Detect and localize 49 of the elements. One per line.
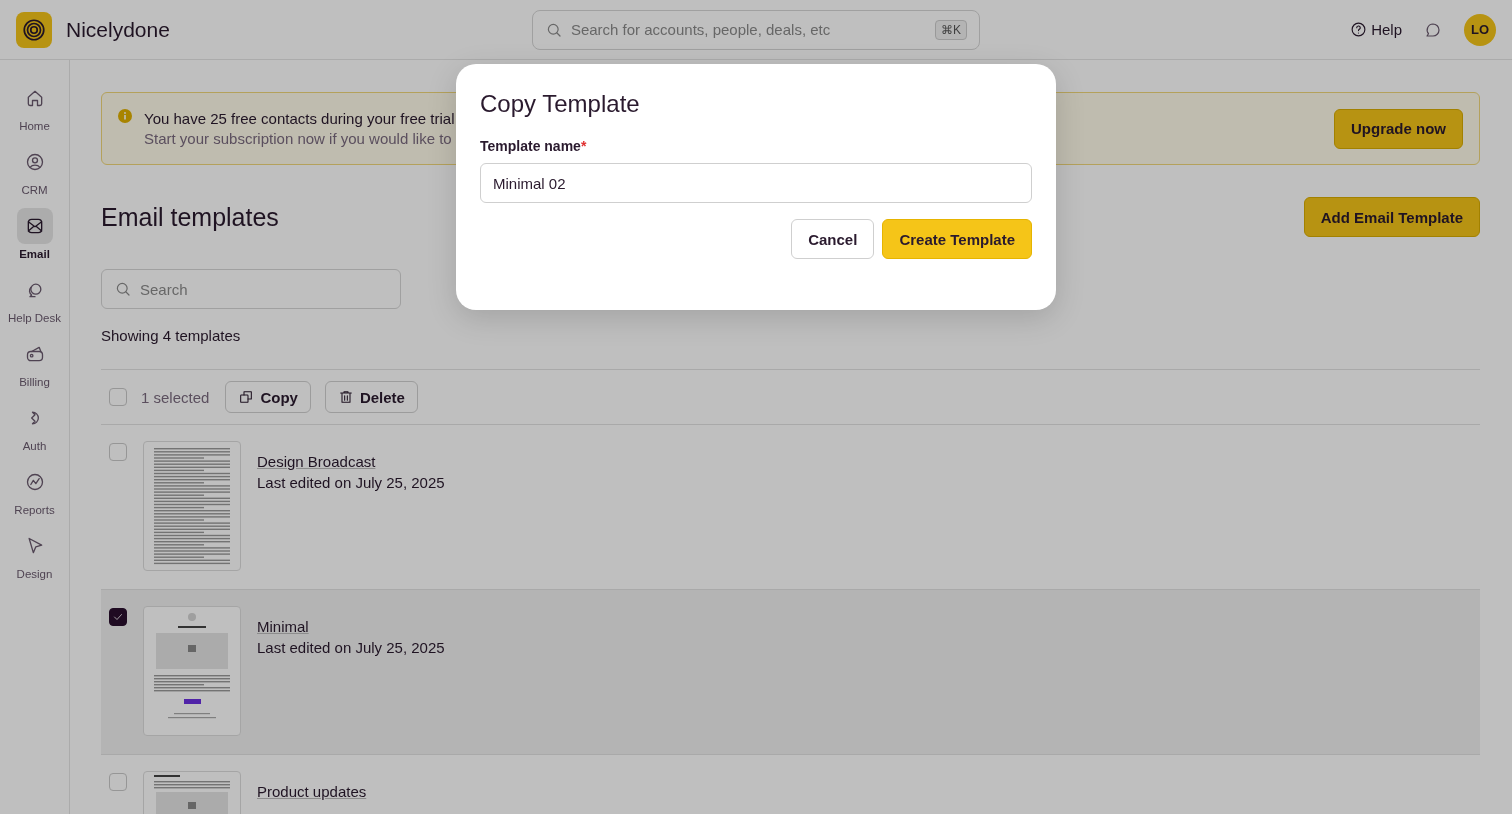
create-template-button[interactable]: Create Template <box>882 219 1032 259</box>
sidebar-item[interactable]: Email <box>0 208 69 260</box>
page-title: Email templates <box>101 202 279 232</box>
template-name-link[interactable]: Product updates <box>257 783 367 800</box>
chat-bubble-icon <box>1424 20 1442 39</box>
question-icon <box>1350 21 1368 38</box>
banner-text: Start your subscription now if you would like to <box>144 130 453 147</box>
rings-icon <box>21 16 47 43</box>
template-row[interactable]: Minimal Last edited on July 25, 2025 <box>101 590 1480 755</box>
sidebar-item[interactable]: Billing <box>0 336 69 388</box>
sidebar-item[interactable]: Auth <box>0 400 69 452</box>
app-name: Nicelydone <box>66 17 170 42</box>
person-icon <box>24 152 45 172</box>
copy-icon <box>238 389 255 405</box>
select-all-checkbox[interactable] <box>109 388 127 406</box>
template-row[interactable]: Product updates <box>101 755 1480 814</box>
cancel-button[interactable]: Cancel <box>791 219 875 259</box>
template-count: Showing 4 templates <box>101 327 241 344</box>
sidebar-item[interactable]: Home <box>0 80 69 132</box>
template-name-field[interactable]: Minimal 02 <box>480 163 1032 203</box>
dialog-title: Copy Template <box>480 90 641 118</box>
chart-icon <box>24 472 45 492</box>
copy-button[interactable]: Copy <box>225 381 311 413</box>
banner-title: You have 25 free contacts during your free trial <box>144 110 455 127</box>
search-icon <box>114 280 132 298</box>
last-edited-date: Last edited on July 25, 2025 <box>257 474 445 491</box>
template-name-link[interactable]: Design Broadcast <box>257 453 376 470</box>
delete-button[interactable]: Delete <box>324 381 418 413</box>
info-icon <box>118 109 132 123</box>
selection-count: 1 selected <box>141 388 210 406</box>
shortcut-hint: ⌘K <box>934 19 967 40</box>
trash-icon <box>337 389 354 405</box>
row-checkbox[interactable] <box>109 608 127 626</box>
last-edited-date: Last edited on July 25, 2025 <box>257 639 445 656</box>
app-logo[interactable] <box>16 11 52 48</box>
user-avatar[interactable]: LO <box>1464 13 1496 46</box>
sidebar-item[interactable]: Reports <box>0 464 69 516</box>
wallet-icon <box>24 344 45 364</box>
field-label: Template name* <box>480 138 587 154</box>
template-row[interactable]: Design Broadcast Last edited on July 25, 2025 <box>101 425 1480 590</box>
upgrade-button[interactable]: Upgrade now <box>1334 108 1463 149</box>
sidebar-item[interactable]: Help Desk <box>0 272 69 324</box>
sidebar-item[interactable]: Design <box>0 528 69 580</box>
check-icon <box>112 611 124 623</box>
help-link[interactable]: Help <box>1350 21 1402 38</box>
template-name-link[interactable]: Minimal <box>257 618 309 635</box>
global-search-field[interactable]: Search for accounts, people, deals, etc ⌘K <box>531 9 980 50</box>
sidebar-item[interactable]: CRM <box>0 144 69 196</box>
add-template-button[interactable]: Add Email Template <box>1303 197 1480 237</box>
